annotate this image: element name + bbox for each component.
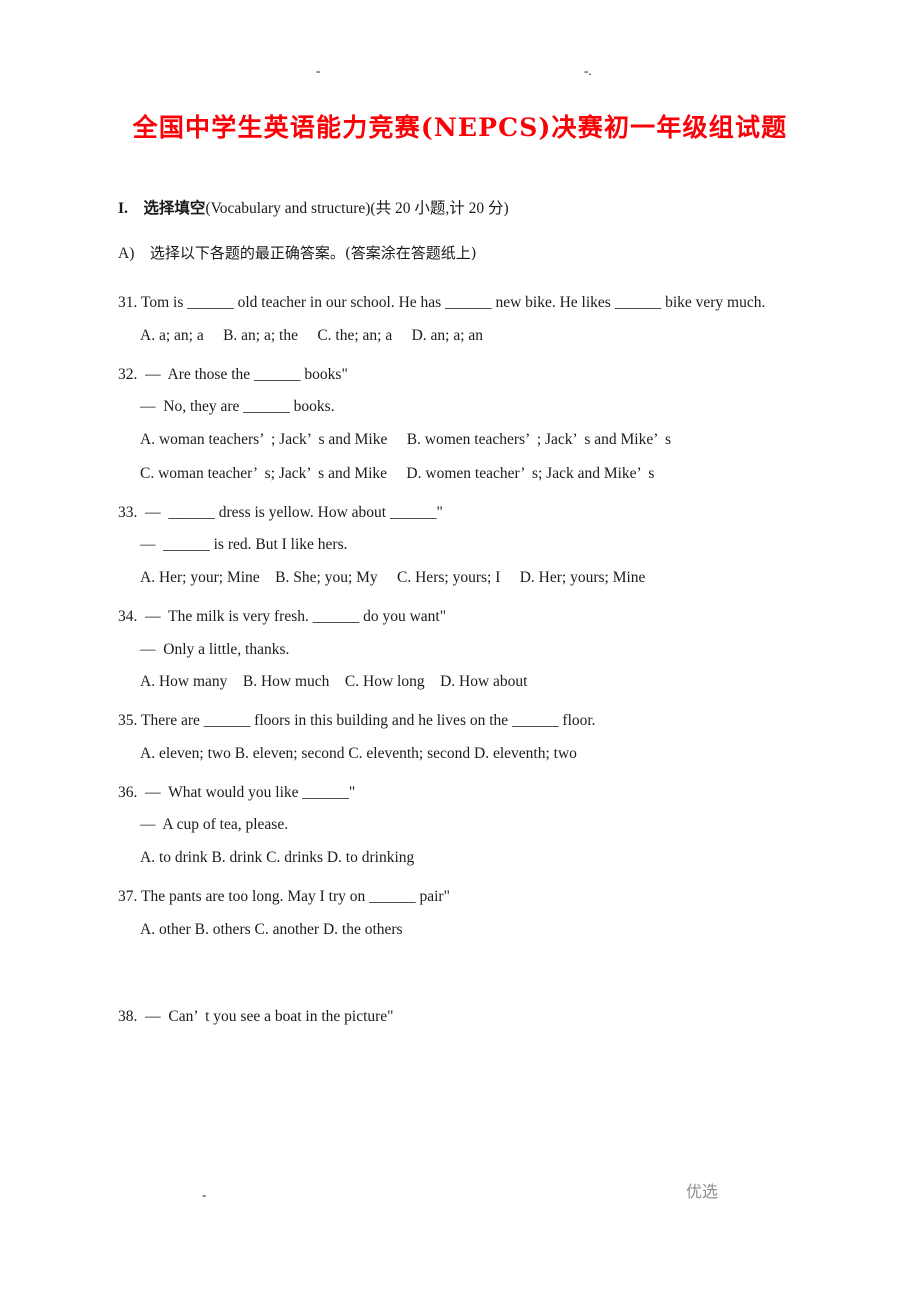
question-35: 35. There are ______ floors in this buil… <box>118 711 808 765</box>
question-stem: 31. Tom is ______ old teacher in our sch… <box>118 294 766 311</box>
subsection-label: A) <box>118 245 135 262</box>
question-stem: 33. — ______ dress is yellow. How about … <box>118 503 443 521</box>
header-right-mark: -. <box>584 63 592 78</box>
question-reply: — A cup of tea, please. <box>140 816 289 834</box>
question-options[interactable]: A. other B. others C. another D. the oth… <box>118 920 808 941</box>
question-options[interactable]: C. woman teacher’ s; Jack’ s and Mike D.… <box>118 464 808 485</box>
question-38: 38. — Can’ t you see a boat in the pictu… <box>118 1007 808 1028</box>
section-title-chinese: 选择填空 <box>143 198 206 217</box>
page-header: - -. <box>0 58 920 78</box>
header-left-mark: - <box>316 63 321 78</box>
subsection-heading: A) 选择以下各题的最正确答案。(答案涂在答题纸上) <box>118 242 808 263</box>
question-36: 36. — What would you like ______" — A cu… <box>118 783 808 869</box>
question-options[interactable]: A. a; an; a B. an; a; the C. the; an; a … <box>118 326 808 347</box>
question-reply: — Only a little, thanks. <box>140 640 290 658</box>
question-options[interactable]: A. How many B. How much C. How long D. H… <box>118 672 808 693</box>
question-stem: 32. — Are those the ______ books" <box>118 365 348 383</box>
question-34: 34. — The milk is very fresh. ______ do … <box>118 607 808 693</box>
question-options[interactable]: A. Her; your; Mine B. She; you; My C. He… <box>118 568 808 589</box>
question-stem: 36. — What would you like ______" <box>118 783 356 801</box>
page-break-gap <box>118 959 808 1007</box>
question-32: 32. — Are those the ______ books" — No, … <box>118 365 808 485</box>
subsection-text: 选择以下各题的最正确答案。(答案涂在答题纸上) <box>149 244 477 262</box>
question-stem: 35. There are ______ floors in this buil… <box>118 712 596 730</box>
question-37: 37. The pants are too long. May I try on… <box>118 887 808 941</box>
question-stem: 37. The pants are too long. May I try on… <box>118 888 450 906</box>
question-31: 31. Tom is ______ old teacher in our sch… <box>118 293 808 347</box>
section-number: I. <box>118 200 128 217</box>
document-title: 全国中学生英语能力竞赛(NEPCS)决赛初一年级组试题 <box>132 113 788 142</box>
question-reply: — ______ is red. But I like hers. <box>140 536 348 554</box>
footer-watermark: 优选 <box>686 1182 719 1201</box>
question-stem: 38. — Can’ t you see a boat in the pictu… <box>118 1007 394 1025</box>
footer-left-mark: - <box>202 1187 207 1202</box>
question-33: 33. — ______ dress is yellow. How about … <box>118 503 808 589</box>
question-options[interactable]: A. eleven; two B. eleven; second C. elev… <box>118 744 808 765</box>
document-page: - -. 全国中学生英语能力竞赛(NEPCS)决赛初一年级组试题 I. 选择填空… <box>0 0 920 1302</box>
section-title-english: (Vocabulary and structure)(共 20 小题,计 20 … <box>205 200 509 217</box>
question-stem: 34. — The milk is very fresh. ______ do … <box>118 607 447 625</box>
question-options[interactable]: A. woman teachers’ ; Jack’ s and Mike B.… <box>118 430 808 451</box>
section-heading: I. 选择填空(Vocabulary and structure)(共 20 小… <box>118 196 808 218</box>
document-body: I. 选择填空(Vocabulary and structure)(共 20 小… <box>118 196 808 1045</box>
page-footer: - 优选 <box>0 1182 920 1206</box>
question-reply: — No, they are ______ books. <box>140 398 335 416</box>
question-options[interactable]: A. to drink B. drink C. drinks D. to dri… <box>118 848 808 869</box>
